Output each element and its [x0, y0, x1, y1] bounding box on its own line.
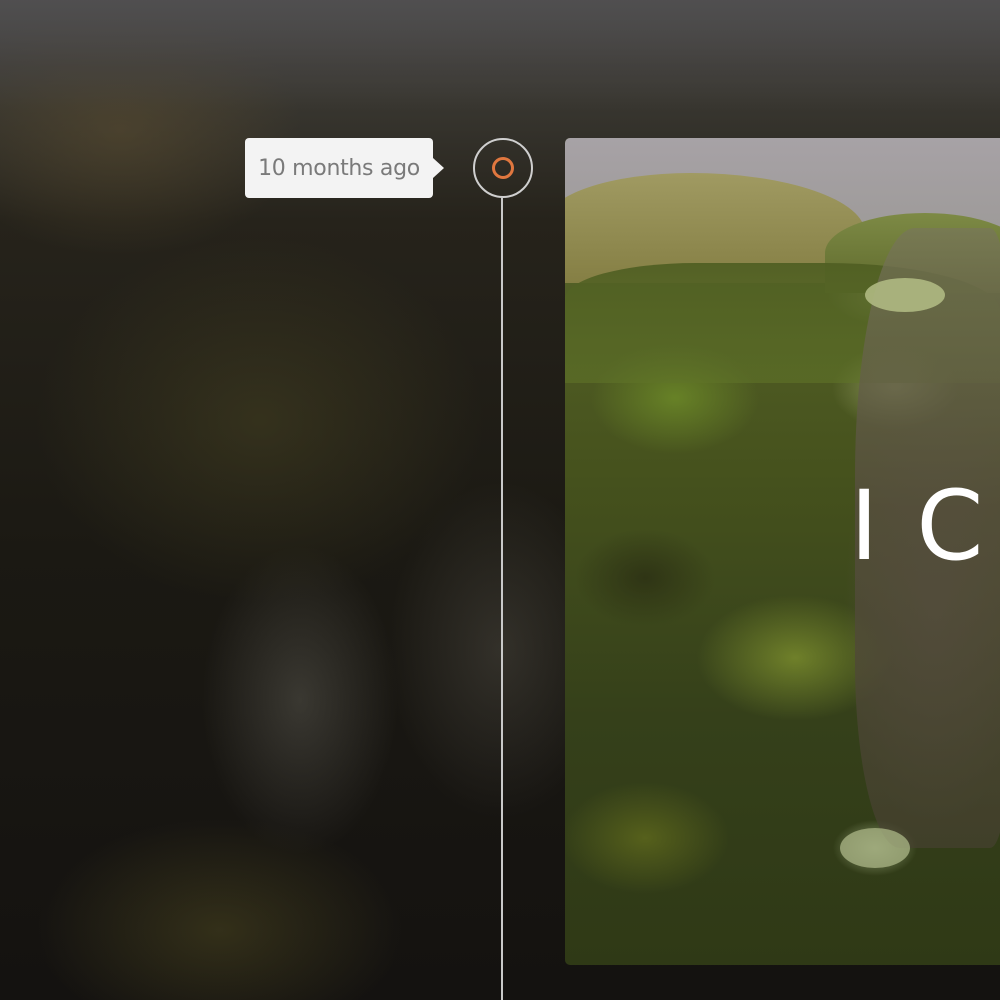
- page: 10 months ago IC: [0, 0, 1000, 1000]
- timeline-marker[interactable]: [473, 138, 533, 198]
- timeline-line: [501, 197, 503, 1000]
- tooltip-arrow-icon: [433, 158, 444, 178]
- photo-lichen: [840, 828, 910, 868]
- post-image-card[interactable]: IC: [565, 138, 1000, 965]
- timeline-dot-icon: [492, 157, 514, 179]
- timestamp-label: 10 months ago: [258, 155, 420, 181]
- photo-lichen: [865, 278, 945, 312]
- post-image-title: IC: [850, 470, 1000, 582]
- timestamp-tooltip: 10 months ago: [245, 138, 444, 198]
- top-shade: [0, 0, 1000, 110]
